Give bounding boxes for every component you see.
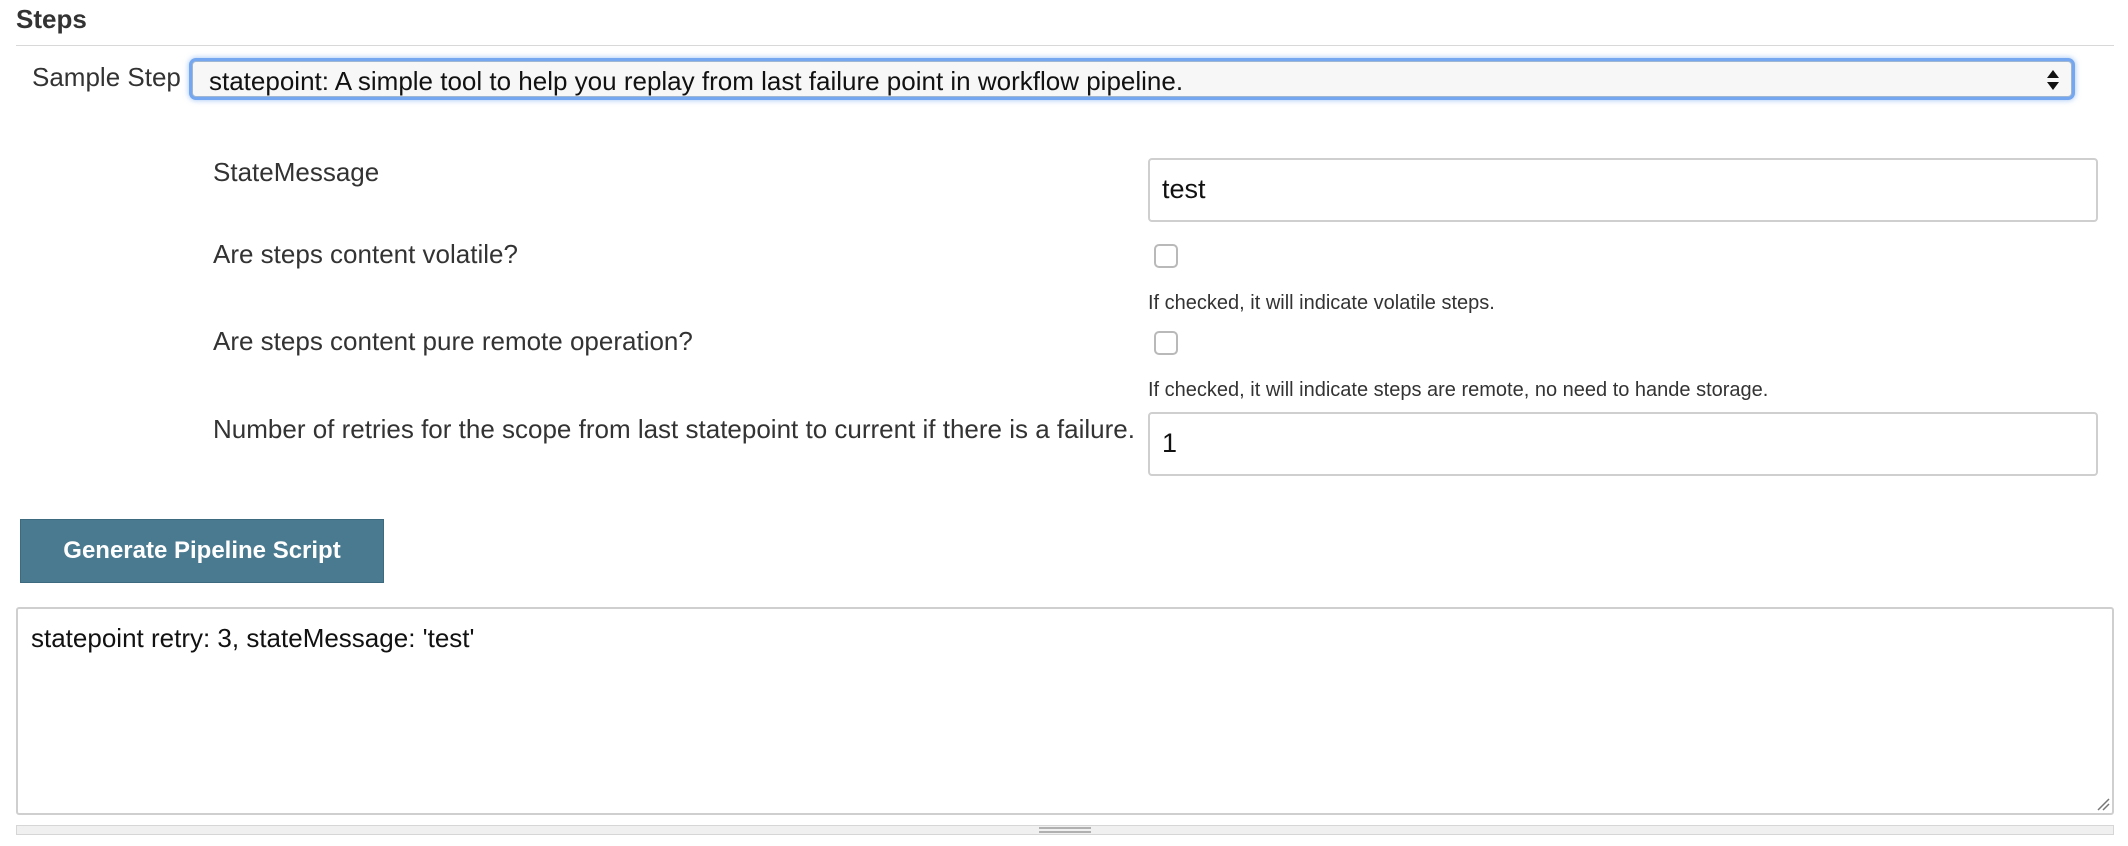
drag-handle-icon [1039, 827, 1091, 833]
remote-label: Are steps content pure remote operation? [213, 326, 693, 356]
volatile-label: Are steps content volatile? [213, 239, 518, 269]
sample-step-selected-value: statepoint: A simple tool to help you re… [209, 66, 1184, 96]
retries-label: Number of retries for the scope from las… [213, 414, 1135, 444]
section-divider [16, 45, 2114, 46]
state-message-input[interactable]: test [1148, 158, 2098, 222]
retries-input[interactable]: 1 [1148, 412, 2098, 476]
select-up-down-arrows-icon [2047, 70, 2059, 90]
sample-step-label: Sample Step [32, 62, 181, 92]
volatile-help-text: If checked, it will indicate volatile st… [1148, 292, 1495, 314]
section-title: Steps [16, 4, 87, 34]
remote-help-text: If checked, it will indicate steps are r… [1148, 379, 1769, 401]
sample-step-select[interactable]: statepoint: A simple tool to help you re… [192, 61, 2072, 97]
generate-pipeline-script-button[interactable]: Generate Pipeline Script [20, 519, 384, 583]
pipeline-syntax-page: Steps Sample Step statepoint: A simple t… [0, 0, 2128, 846]
resize-grip-icon[interactable] [2094, 795, 2110, 811]
state-message-value: test [1162, 174, 1206, 204]
retries-value: 1 [1162, 428, 1178, 458]
script-output-textarea[interactable]: statepoint retry: 3, stateMessage: 'test… [16, 607, 2114, 815]
volatile-checkbox[interactable] [1154, 244, 1178, 268]
script-output-text: statepoint retry: 3, stateMessage: 'test… [31, 623, 475, 653]
remote-checkbox[interactable] [1154, 331, 1178, 355]
resize-handle-bar[interactable] [16, 825, 2114, 835]
state-message-label: StateMessage [213, 157, 380, 187]
